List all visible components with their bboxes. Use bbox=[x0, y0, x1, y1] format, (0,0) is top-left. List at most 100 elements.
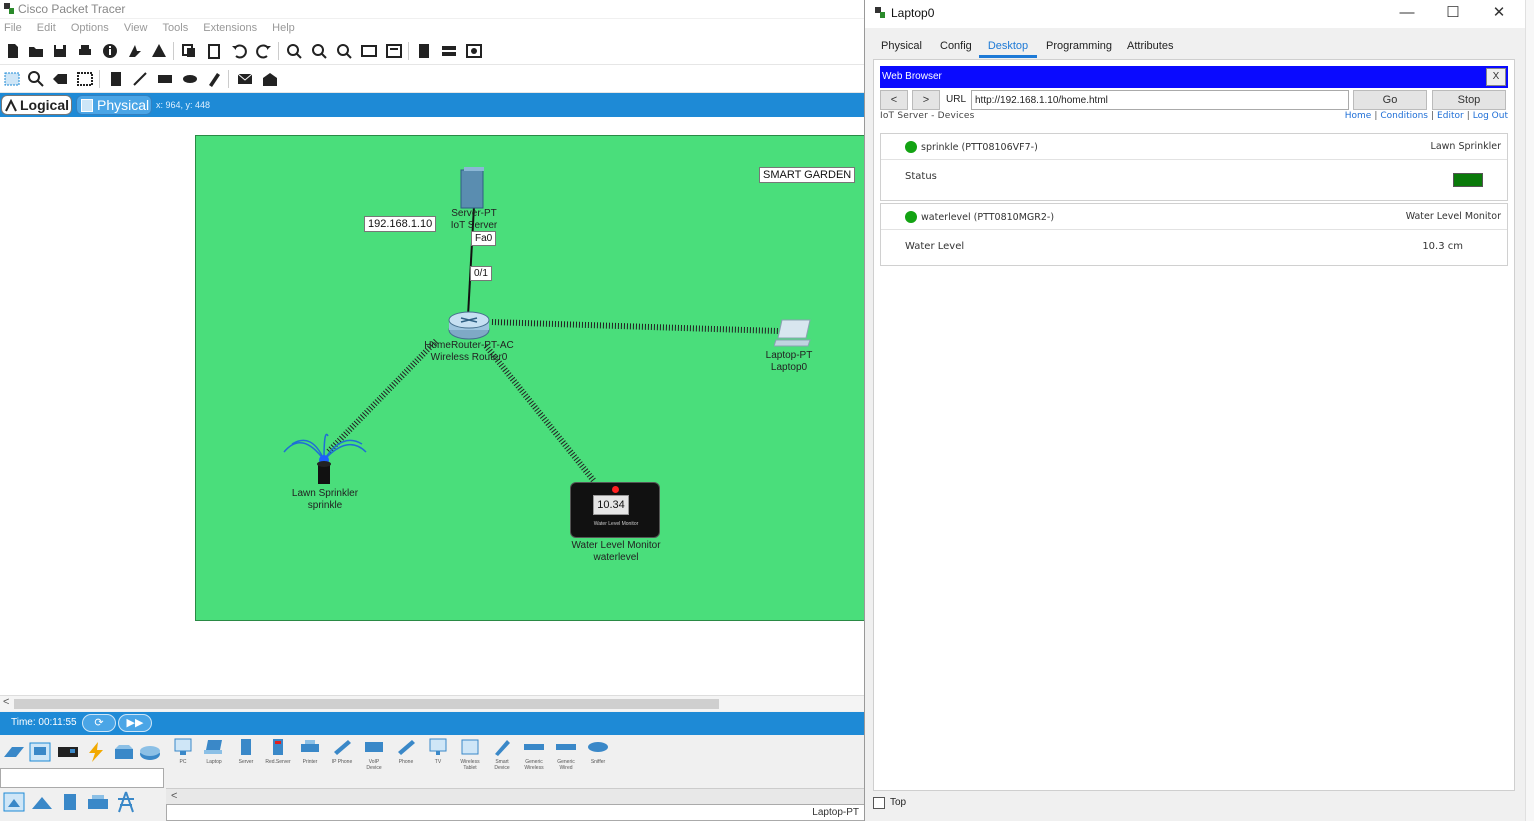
menu-extensions[interactable]: Extensions bbox=[203, 22, 257, 34]
minimize-button[interactable]: — bbox=[1393, 3, 1421, 23]
smart-garden-cluster[interactable]: SMART GARDEN Server-PT IoT Server 192.16… bbox=[195, 135, 865, 621]
link-conditions[interactable]: Conditions bbox=[1380, 111, 1428, 121]
end-devices-icon[interactable] bbox=[28, 741, 52, 763]
network-devices-icon[interactable] bbox=[2, 741, 26, 763]
drawing-palette-icon[interactable] bbox=[360, 42, 378, 60]
scroll-left-icon[interactable]: < bbox=[3, 696, 9, 708]
smart-city-icon[interactable] bbox=[30, 791, 54, 813]
industrial-icon[interactable] bbox=[58, 791, 82, 813]
tab-physical[interactable]: Physical bbox=[881, 36, 922, 58]
server-icon[interactable] bbox=[459, 166, 487, 210]
undo-icon[interactable] bbox=[230, 42, 248, 60]
home-category-icon[interactable] bbox=[2, 791, 26, 813]
simple-pdu-icon[interactable] bbox=[236, 70, 254, 88]
draw-ellipse-icon[interactable] bbox=[181, 70, 199, 88]
go-button[interactable]: Go bbox=[1353, 90, 1427, 110]
logical-workspace[interactable]: SMART GARDEN Server-PT IoT Server 192.16… bbox=[0, 117, 868, 695]
cluster-icon[interactable] bbox=[440, 42, 458, 60]
save-icon[interactable] bbox=[51, 42, 69, 60]
device-red-server[interactable]: Red.Server bbox=[265, 738, 291, 768]
delete-icon[interactable] bbox=[51, 70, 69, 88]
copy-icon[interactable] bbox=[180, 42, 198, 60]
zoom-out-icon[interactable] bbox=[335, 42, 353, 60]
device-card-sprinkle[interactable]: sprinkle (PTT08106VF7-) Lawn Sprinkler S… bbox=[880, 133, 1508, 201]
fast-forward-button[interactable]: ▶▶ bbox=[118, 714, 152, 732]
device-card-waterlevel[interactable]: waterlevel (PTT0810MGR2-) Water Level Mo… bbox=[880, 203, 1508, 266]
redo-icon[interactable] bbox=[255, 42, 273, 60]
laptop-icon[interactable] bbox=[774, 318, 814, 348]
freeform-icon[interactable] bbox=[205, 70, 223, 88]
device-header[interactable]: waterlevel (PTT0810MGR2-) Water Level Mo… bbox=[881, 204, 1507, 230]
device-voip[interactable]: VoIP Device bbox=[361, 738, 387, 771]
power-grid-icon[interactable] bbox=[86, 791, 110, 813]
always-on-top-checkbox[interactable] bbox=[873, 797, 885, 809]
maximize-button[interactable]: ☐ bbox=[1439, 3, 1467, 23]
physical-workspace-tab[interactable]: Physical bbox=[76, 95, 152, 115]
device-tablet[interactable]: Wireless Tablet bbox=[457, 738, 483, 771]
menu-help[interactable]: Help bbox=[272, 22, 295, 34]
back-button[interactable]: < bbox=[880, 90, 908, 110]
tab-attributes[interactable]: Attributes bbox=[1127, 36, 1173, 58]
menu-options[interactable]: Options bbox=[71, 22, 109, 34]
menu-file[interactable]: File bbox=[4, 22, 22, 34]
open-folder-icon[interactable] bbox=[27, 42, 45, 60]
logical-workspace-tab[interactable]: Logical bbox=[1, 95, 72, 115]
note-icon[interactable] bbox=[107, 70, 125, 88]
wireless-router-icon[interactable] bbox=[447, 308, 491, 342]
cluster-title-label[interactable]: SMART GARDEN bbox=[759, 167, 856, 183]
pdu-list-icon[interactable] bbox=[415, 42, 433, 60]
browser-close-button[interactable]: X bbox=[1486, 68, 1506, 86]
connections-icon[interactable] bbox=[84, 741, 108, 763]
tab-programming[interactable]: Programming bbox=[1046, 36, 1112, 58]
device-server[interactable]: Server bbox=[233, 738, 259, 768]
stop-button[interactable]: Stop bbox=[1432, 90, 1506, 110]
lawn-sprinkler-icon[interactable] bbox=[282, 430, 368, 488]
complex-pdu-icon[interactable] bbox=[261, 70, 279, 88]
device-smart[interactable]: Smart Device bbox=[489, 738, 515, 771]
device-palette-scrollbar[interactable]: < bbox=[166, 788, 866, 804]
device-generic-wired[interactable]: Generic Wired bbox=[553, 738, 579, 771]
misc-icon[interactable] bbox=[112, 741, 136, 763]
menu-edit[interactable]: Edit bbox=[37, 22, 56, 34]
forward-button[interactable]: > bbox=[912, 90, 940, 110]
info-icon[interactable] bbox=[101, 42, 119, 60]
zoom-reset-icon[interactable] bbox=[310, 42, 328, 60]
resize-icon[interactable] bbox=[76, 70, 94, 88]
device-phone[interactable]: Phone bbox=[393, 738, 419, 768]
tab-config[interactable]: Config bbox=[940, 36, 972, 58]
print-icon[interactable] bbox=[76, 42, 94, 60]
device-pc[interactable]: PC bbox=[170, 738, 196, 768]
inspect-icon[interactable] bbox=[27, 70, 45, 88]
device-generic-wireless[interactable]: Generic Wireless bbox=[521, 738, 547, 771]
custom-device-icon[interactable] bbox=[385, 42, 403, 60]
link-editor[interactable]: Editor bbox=[1437, 111, 1464, 121]
activity-wizard-icon[interactable] bbox=[126, 42, 144, 60]
water-level-monitor-device[interactable]: 10.34 Water Level Monitor bbox=[570, 482, 660, 538]
new-file-icon[interactable] bbox=[4, 42, 22, 60]
components-icon[interactable] bbox=[56, 741, 80, 763]
menu-tools[interactable]: Tools bbox=[163, 22, 189, 34]
device-laptop[interactable]: Laptop bbox=[201, 738, 227, 768]
draw-line-icon[interactable] bbox=[131, 70, 149, 88]
device-header[interactable]: sprinkle (PTT08106VF7-) Lawn Sprinkler bbox=[881, 134, 1507, 160]
device-tv[interactable]: TV bbox=[425, 738, 451, 768]
scroll-left-icon[interactable]: < bbox=[171, 790, 177, 802]
device-search-field[interactable] bbox=[0, 768, 164, 788]
viewport-icon[interactable] bbox=[465, 42, 483, 60]
link-log-out[interactable]: Log Out bbox=[1473, 111, 1508, 121]
url-input[interactable] bbox=[971, 90, 1349, 110]
multiuser-icon[interactable] bbox=[138, 741, 162, 763]
tab-desktop[interactable]: Desktop bbox=[979, 36, 1037, 58]
select-icon[interactable] bbox=[3, 70, 21, 88]
power-tower-icon[interactable] bbox=[114, 791, 138, 813]
scrollbar-thumb[interactable] bbox=[14, 699, 719, 709]
draw-rectangle-icon[interactable] bbox=[156, 70, 174, 88]
workspace-horizontal-scrollbar[interactable]: < bbox=[0, 695, 868, 711]
network-info-icon[interactable] bbox=[150, 42, 168, 60]
sprinkler-status-toggle[interactable] bbox=[1453, 173, 1483, 187]
zoom-in-icon[interactable] bbox=[285, 42, 303, 60]
link-home[interactable]: Home bbox=[1345, 111, 1372, 121]
power-cycle-button[interactable]: ⟳ bbox=[82, 714, 116, 732]
device-printer[interactable]: Printer bbox=[297, 738, 323, 768]
paste-icon[interactable] bbox=[205, 42, 223, 60]
